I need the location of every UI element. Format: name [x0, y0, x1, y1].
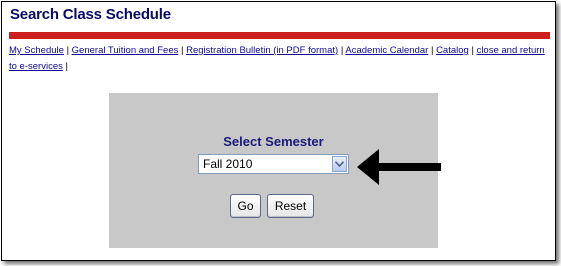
semester-select[interactable]: Fall 2010: [198, 154, 349, 174]
nav-link-academic-calendar[interactable]: Academic Calendar: [345, 45, 428, 56]
page-frame: Search Class Schedule My Schedule | Gene…: [1, 1, 556, 261]
reset-button[interactable]: Reset: [267, 194, 314, 218]
nav-link-registration-bulletin[interactable]: Registration Bulletin (in PDF format): [186, 45, 338, 56]
nav-separator: |: [65, 61, 68, 72]
title-divider: [9, 32, 550, 39]
chevron-down-icon[interactable]: [332, 156, 347, 172]
nav-link-catalog[interactable]: Catalog: [436, 45, 469, 56]
arrow-left-icon: [357, 149, 441, 185]
semester-select-value: Fall 2010: [203, 157, 253, 171]
nav-links: My Schedule | General Tuition and Fees |…: [9, 43, 554, 75]
nav-link-my-schedule[interactable]: My Schedule: [9, 45, 64, 56]
nav-link-tuition-fees[interactable]: General Tuition and Fees: [72, 45, 179, 56]
go-button[interactable]: Go: [230, 194, 261, 218]
page-title: Search Class Schedule: [10, 6, 171, 23]
